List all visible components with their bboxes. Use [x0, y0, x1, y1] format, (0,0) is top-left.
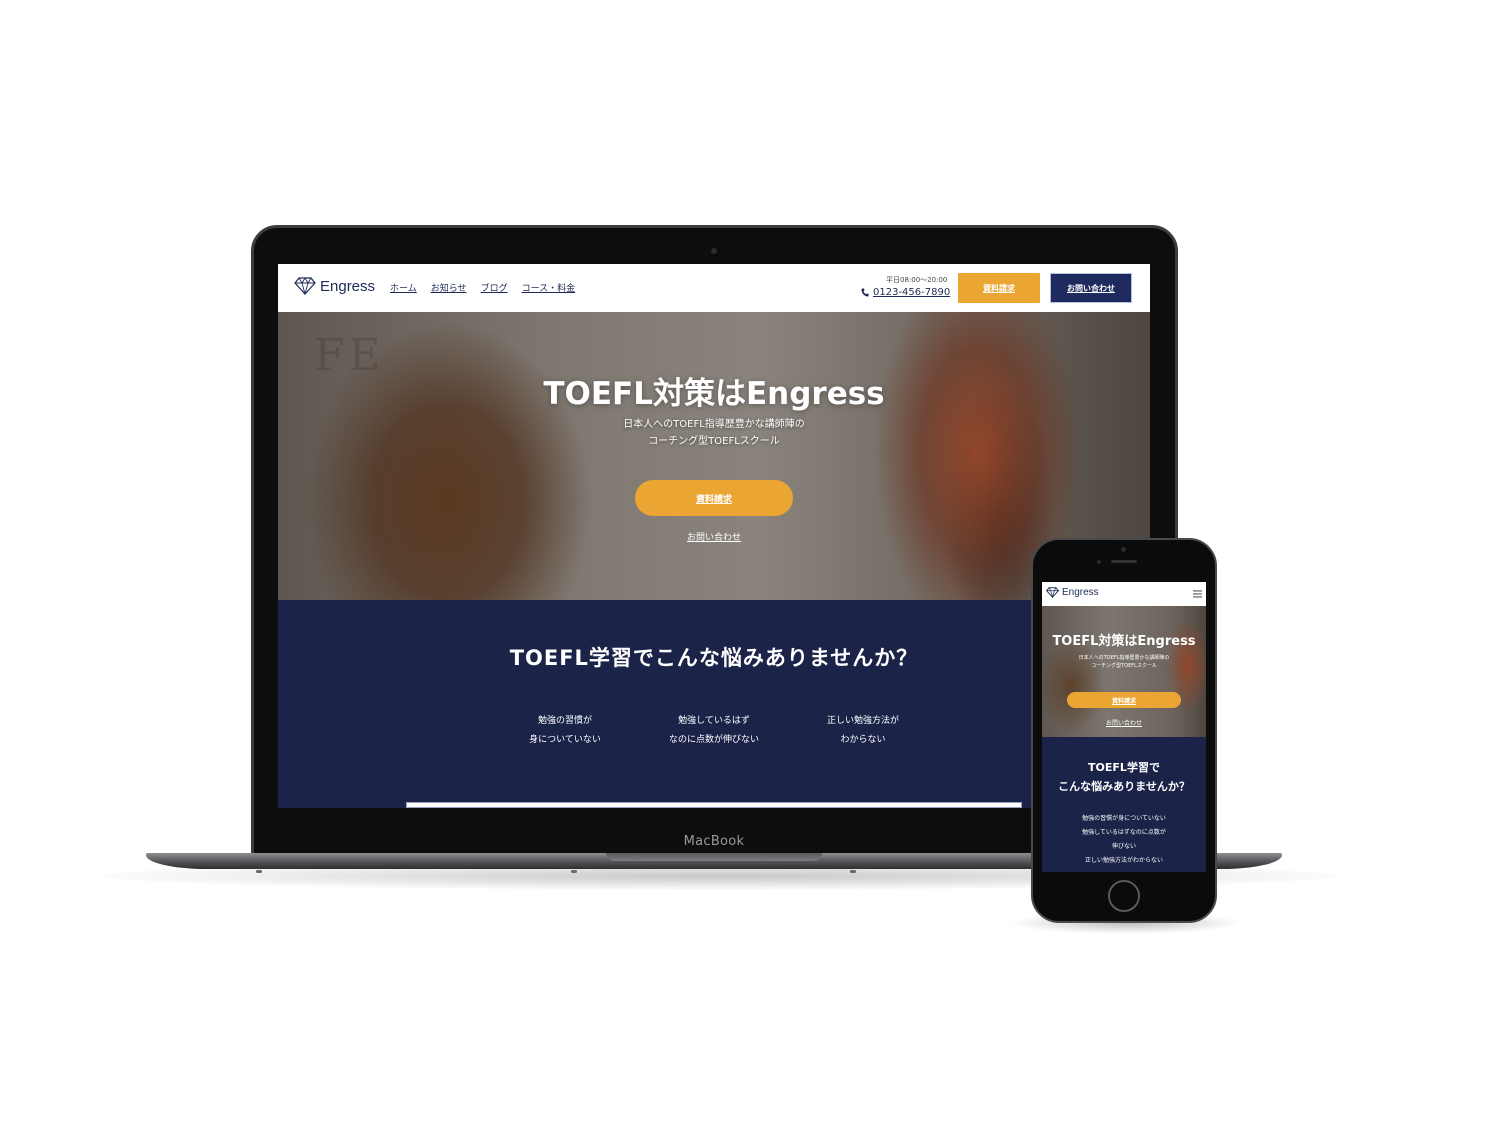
- mobile-document-request-button[interactable]: 資料請求: [1067, 692, 1181, 708]
- hero-subtitle: 日本人へのTOEFL指導歴豊かな講師陣の コーチング型TOEFLスクール: [278, 416, 1150, 450]
- main-nav: ホーム お知らせ ブログ コース・料金: [390, 281, 575, 294]
- mobile-problems-title: TOEFL学習で こんな悩みありませんか？: [1042, 758, 1206, 796]
- problems-title: TOEFL学習でこんな悩みありませんか？: [509, 646, 919, 670]
- hero-title: TOEFL対策はEngress: [543, 376, 885, 412]
- phone-camera: [1121, 547, 1126, 552]
- header-contact-button[interactable]: お問い合わせ: [1050, 273, 1132, 303]
- phone-number[interactable]: 0123-456-7890: [873, 287, 950, 298]
- site-header: Engress ホーム お知らせ ブログ コース・料金 平日08:00〜20:0…: [278, 264, 1150, 312]
- business-hours: 平日08:00〜20:00: [886, 276, 948, 284]
- hero-subtitle-line2: コーチング型TOEFLスクール: [648, 436, 780, 447]
- header-document-request-button[interactable]: 資料請求: [958, 273, 1040, 303]
- phone-icon: [861, 288, 869, 297]
- mobile-problem-item: 勉強の習慣が身についていない: [1082, 815, 1166, 822]
- laptop-opening-notch: [606, 853, 822, 861]
- problem-item-line2: 身についていない: [529, 735, 601, 745]
- problem-item-line1: 勉強しているはず: [678, 716, 750, 726]
- problem-item-line2: なのに点数が伸びない: [668, 735, 759, 745]
- phone-sensor: [1097, 560, 1101, 564]
- next-section-card-edge: [406, 802, 1022, 808]
- hero-subtitle-line1: 日本人へのTOEFL指導歴豊かな講師陣の: [623, 419, 805, 430]
- problem-item: 勉強の習慣が 身についていない: [485, 712, 645, 750]
- problem-item: 正しい勉強方法が わからない: [783, 712, 943, 750]
- hero-contact-link[interactable]: お問い合わせ: [278, 530, 1150, 543]
- problem-item-line1: 正しい勉強方法が: [826, 716, 899, 726]
- hamburger-menu-icon[interactable]: [1193, 590, 1202, 598]
- problem-item-line2: わからない: [840, 735, 886, 745]
- laptop-brand-label: MacBook: [683, 834, 745, 849]
- mobile-header: Engress: [1042, 582, 1206, 606]
- mobile-hero-section: TOEFL対策はEngress 日本人へのTOEFL指導歴豊かな講師陣の コーチ…: [1042, 606, 1206, 737]
- laptop-foot: [256, 870, 262, 873]
- phone-speaker: [1111, 560, 1137, 563]
- problem-item-line1: 勉強の習慣が: [537, 716, 592, 726]
- site-logo[interactable]: Engress: [294, 277, 375, 295]
- mobile-problems-title-line1: TOEFL学習で: [1088, 761, 1160, 774]
- mobile-problem-item: 伸びない: [1111, 843, 1136, 850]
- mobile-hero-subtitle: 日本人へのTOEFL指導歴豊かな講師陣の コーチング型TOEFLスクール: [1042, 654, 1206, 670]
- diamond-logo-icon: [294, 277, 316, 295]
- hero-section: FE TOEFL対策はEngress 日本人へのTOEFL指導歴豊かな講師陣の …: [278, 312, 1150, 600]
- logo-text: Engress: [320, 277, 376, 295]
- problem-item: 勉強しているはず なのに点数が伸びない: [634, 712, 794, 750]
- mobile-logo-text: Engress: [1062, 587, 1099, 598]
- nav-news[interactable]: お知らせ: [431, 281, 467, 294]
- phone-contact[interactable]: 0123-456-7890: [861, 287, 950, 298]
- hero-document-request-button[interactable]: 資料請求: [635, 480, 793, 516]
- mobile-problems-title-line2: こんな悩みありませんか？: [1058, 780, 1190, 793]
- mobile-logo[interactable]: Engress: [1046, 587, 1099, 598]
- mobile-hero-subtitle-line1: 日本人へのTOEFL指導歴豊かな講師陣の: [1078, 655, 1170, 661]
- problems-section: TOEFL学習でこんな悩みありませんか？ 勉強の習慣が 身についていない 勉強し…: [278, 600, 1150, 808]
- laptop-screen: Engress ホーム お知らせ ブログ コース・料金 平日08:00〜20:0…: [278, 264, 1150, 808]
- mobile-contact-link[interactable]: お問い合わせ: [1042, 718, 1206, 727]
- nav-home[interactable]: ホーム: [390, 281, 417, 294]
- laptop-foot: [850, 870, 856, 873]
- mobile-problem-item: 正しい勉強方法がわからない: [1084, 857, 1163, 864]
- mobile-problem-item: 勉強しているはずなのに点数が: [1082, 829, 1166, 836]
- mobile-hero-title: TOEFL対策はEngress: [1052, 634, 1196, 649]
- phone-screen: Engress TOEFL対策はEngress 日本人へのTOEFL指導歴豊かな…: [1042, 582, 1206, 872]
- diamond-logo-icon: [1046, 587, 1059, 598]
- laptop-foot: [571, 870, 577, 873]
- laptop-camera: [711, 248, 717, 254]
- phone-home-button[interactable]: [1108, 880, 1140, 912]
- mobile-hero-subtitle-line2: コーチング型TOEFLスクール: [1091, 663, 1157, 669]
- nav-courses[interactable]: コース・料金: [522, 281, 576, 294]
- nav-blog[interactable]: ブログ: [481, 281, 508, 294]
